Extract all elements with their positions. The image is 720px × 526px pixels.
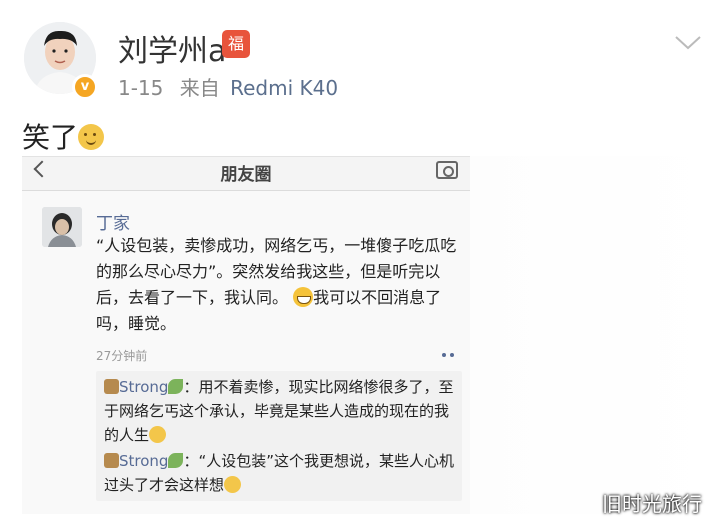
doge-emoji-icon bbox=[78, 124, 105, 150]
source-prefix: 来自 bbox=[179, 76, 220, 100]
moment-avatar bbox=[42, 207, 82, 247]
moment-text: “人设包装，卖惨成功，网络乞丐，一堆傻子吃瓜吃的那么尽心尽力”。突然发给我这些，… bbox=[96, 233, 458, 337]
comment-author: Strong bbox=[119, 452, 169, 470]
source-device: Redmi K40 bbox=[230, 76, 339, 100]
bear-icon bbox=[104, 379, 119, 394]
post-text: 笑了 bbox=[22, 116, 105, 156]
leaf-icon bbox=[168, 453, 184, 468]
comment-author: Strong bbox=[119, 378, 169, 396]
doge-emoji-icon bbox=[224, 476, 242, 493]
comment-separator: ： bbox=[183, 378, 199, 396]
embedded-screenshot[interactable]: 朋友圈 丁家 “人设包装，卖惨成功，网络乞丐，一堆傻子吃瓜吃的那么尽心尽力”。突… bbox=[22, 156, 470, 514]
camera-icon bbox=[436, 161, 458, 179]
leaf-icon bbox=[168, 379, 184, 394]
comment-separator: ： bbox=[183, 452, 199, 470]
username[interactable]: 刘学州a bbox=[118, 26, 226, 70]
screenshot-title: 朋友圈 bbox=[220, 165, 272, 185]
verified-badge-icon: v bbox=[72, 74, 98, 100]
comment-item: Strong ：用不着卖惨，现实比网络惨很多了，至于网络乞丐这个承认，毕竟是某些人… bbox=[104, 375, 454, 447]
watermark: 旧时光旅行 bbox=[602, 492, 702, 516]
post-date: 1-15 bbox=[118, 76, 164, 100]
post-text-content: 笑了 bbox=[22, 121, 79, 154]
post-meta: 1-15 来自 Redmi K40 bbox=[118, 72, 338, 101]
moment-author: 丁家 bbox=[96, 214, 130, 234]
comment-item: Strong ：“人设包装”这个我更想说，某些人心机过头了才会这样想 bbox=[104, 449, 454, 497]
screenshot-nav-bar: 朋友圈 bbox=[22, 157, 470, 191]
more-dots-icon bbox=[440, 351, 460, 359]
fu-tag-icon: 福 bbox=[222, 30, 250, 58]
bear-icon bbox=[104, 453, 119, 468]
weibo-post-page: v 刘学州a 福 1-15 来自 Redmi K40 笑了 朋友圈 丁家 “人设… bbox=[0, 0, 720, 526]
moment-time: 27分钟前 bbox=[96, 349, 148, 363]
doge-emoji-icon bbox=[149, 426, 167, 443]
chevron-down-icon[interactable] bbox=[673, 28, 703, 58]
comments-box: Strong ：用不着卖惨，现实比网络惨很多了，至于网络乞丐这个承认，毕竟是某些人… bbox=[96, 371, 462, 501]
grin-emoji-icon bbox=[293, 287, 314, 307]
background-area bbox=[470, 156, 720, 514]
